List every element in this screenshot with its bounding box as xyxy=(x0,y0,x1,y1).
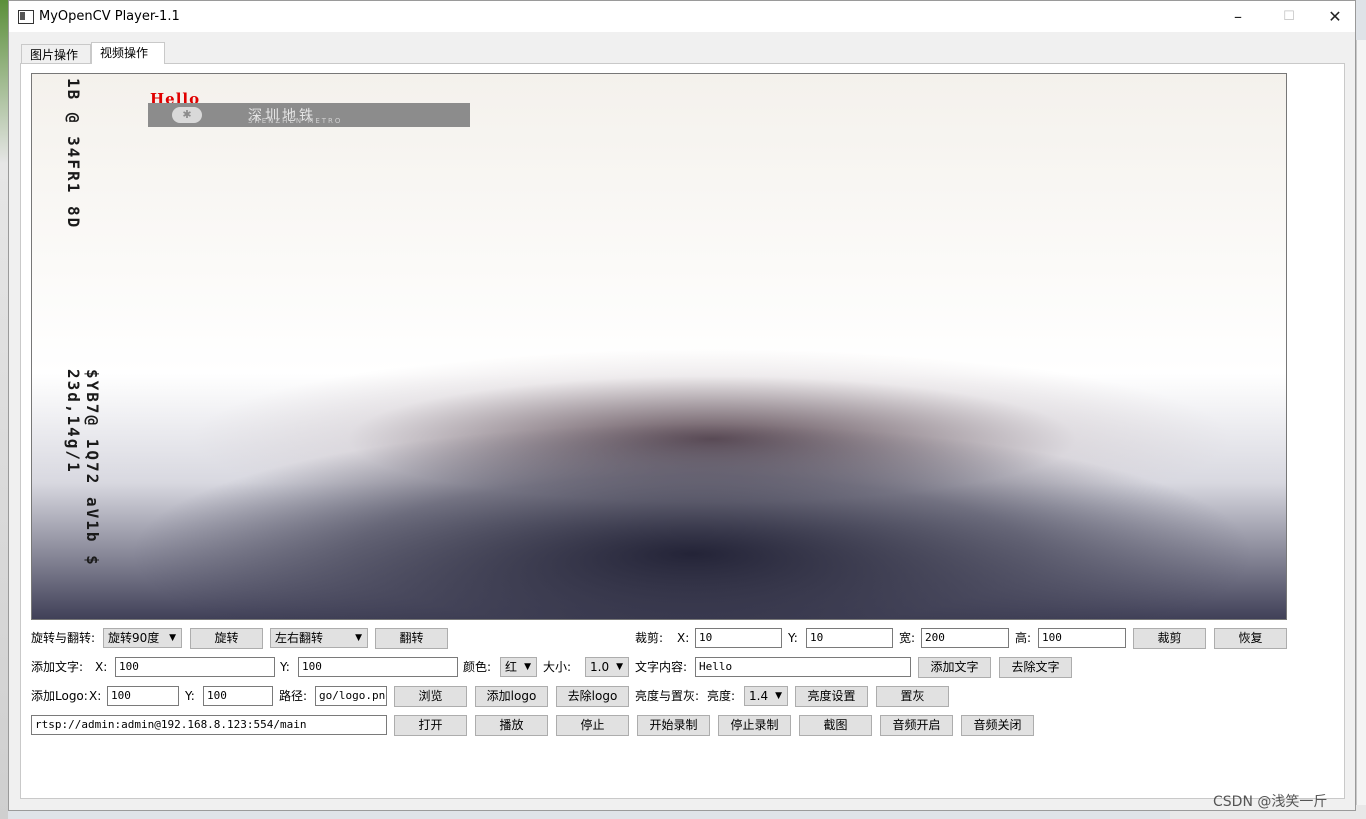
logo-path-label: 路径: xyxy=(279,689,308,703)
maximize-button[interactable]: ☐ xyxy=(1266,1,1312,32)
audio-on-button[interactable]: 音频开启 xyxy=(880,715,953,736)
remove-text-button[interactable]: 去除文字 xyxy=(999,657,1072,678)
rotate-button[interactable]: 旋转 xyxy=(190,628,263,649)
flip-select-value: 左右翻转 xyxy=(275,631,324,645)
open-button[interactable]: 打开 xyxy=(394,715,467,736)
text-x-input[interactable]: 100 xyxy=(115,657,275,677)
add-logo-label: 添加Logo: xyxy=(31,689,88,703)
brightness-label: 亮度: xyxy=(707,689,736,703)
add-text-button[interactable]: 添加文字 xyxy=(918,657,991,678)
text-content-input[interactable]: Hello xyxy=(695,657,911,677)
text-x-label: X: xyxy=(95,660,108,674)
crop-y-input[interactable]: 10 xyxy=(806,628,893,648)
desktop-background-left xyxy=(0,0,8,819)
chevron-down-icon: ▼ xyxy=(355,633,362,643)
brightness-select[interactable]: 1.4 ▼ xyxy=(744,686,788,706)
desktop-background-right xyxy=(1356,40,1366,819)
crop-width-label: 宽: xyxy=(899,631,916,645)
stop-record-button[interactable]: 停止录制 xyxy=(718,715,791,736)
size-label: 大小: xyxy=(543,660,572,674)
video-display: Hello ✱ 深圳地铁 SHENZHEN METRO 1B @ 34FR1 8… xyxy=(31,73,1287,620)
remove-logo-button[interactable]: 去除logo xyxy=(556,686,629,707)
window-title: MyOpenCV Player-1.1 xyxy=(39,9,180,24)
brightness-set-button[interactable]: 亮度设置 xyxy=(795,686,868,707)
add-text-label: 添加文字: xyxy=(31,660,84,674)
stop-button[interactable]: 停止 xyxy=(556,715,629,736)
color-select-value: 红 xyxy=(505,660,518,674)
crop-x-label: X: xyxy=(677,631,690,645)
crop-label: 裁剪: xyxy=(635,631,664,645)
logo-y-input[interactable]: 100 xyxy=(203,686,273,706)
text-y-label: Y: xyxy=(280,660,290,674)
text-content-label: 文字内容: xyxy=(635,660,688,674)
close-button[interactable]: ✕ xyxy=(1312,1,1358,32)
browse-button[interactable]: 浏览 xyxy=(394,686,467,707)
logo-en-text: SHENZHEN METRO xyxy=(248,117,343,125)
crop-x-input[interactable]: 10 xyxy=(695,628,782,648)
app-icon xyxy=(18,10,34,24)
video-rotated-text-1: 1B @ 34FR1 8D xyxy=(64,78,83,230)
metro-logo-icon: ✱ xyxy=(172,107,202,123)
chevron-down-icon: ▼ xyxy=(616,662,623,672)
chevron-down-icon: ▼ xyxy=(775,691,782,701)
rotate-select[interactable]: 旋转90度 ▼ xyxy=(103,628,182,648)
size-select-value: 1.0 xyxy=(590,660,610,674)
text-y-input[interactable]: 100 xyxy=(298,657,458,677)
logo-x-input[interactable]: 100 xyxy=(107,686,179,706)
start-record-button[interactable]: 开始录制 xyxy=(637,715,710,736)
csdn-watermark: CSDN @浅笑一斤 xyxy=(1213,794,1328,810)
crop-button[interactable]: 裁剪 xyxy=(1133,628,1206,649)
logo-path-input[interactable]: go/logo.png xyxy=(315,686,387,706)
chevron-down-icon: ▼ xyxy=(524,662,531,672)
audio-off-button[interactable]: 音频关闭 xyxy=(961,715,1034,736)
video-logo-overlay: ✱ 深圳地铁 SHENZHEN METRO xyxy=(148,103,470,127)
chevron-down-icon: ▼ xyxy=(169,633,176,643)
video-rotated-text-2: $YB7@ 1Q72 aV1b $ 23d,14g/1 xyxy=(64,369,102,567)
app-window: MyOpenCV Player-1.1 – ☐ ✕ 图片操作 视频操作 Hell… xyxy=(8,0,1356,811)
crop-width-input[interactable]: 200 xyxy=(921,628,1009,648)
play-button[interactable]: 播放 xyxy=(475,715,548,736)
grayscale-button[interactable]: 置灰 xyxy=(876,686,949,707)
brightness-gray-label: 亮度与置灰: xyxy=(635,689,700,703)
logo-y-label: Y: xyxy=(185,689,195,703)
minimize-button[interactable]: – xyxy=(1215,1,1261,32)
rotate-select-value: 旋转90度 xyxy=(108,631,160,645)
crop-height-input[interactable]: 100 xyxy=(1038,628,1126,648)
rotate-flip-label: 旋转与翻转: xyxy=(31,631,96,645)
logo-x-label: X: xyxy=(89,689,102,703)
crop-y-label: Y: xyxy=(788,631,798,645)
brightness-select-value: 1.4 xyxy=(749,689,769,703)
restore-button[interactable]: 恢复 xyxy=(1214,628,1287,649)
color-select[interactable]: 红 ▼ xyxy=(500,657,537,677)
title-bar: MyOpenCV Player-1.1 – ☐ ✕ xyxy=(9,1,1355,32)
flip-select[interactable]: 左右翻转 ▼ xyxy=(270,628,368,648)
tab-video-ops[interactable]: 视频操作 xyxy=(91,42,165,64)
stream-url-input[interactable]: rtsp://admin:admin@192.168.8.123:554/mai… xyxy=(31,715,387,735)
flip-button[interactable]: 翻转 xyxy=(375,628,448,649)
tab-image-ops[interactable]: 图片操作 xyxy=(21,44,91,64)
color-label: 颜色: xyxy=(463,660,492,674)
crop-height-label: 高: xyxy=(1015,631,1032,645)
size-select[interactable]: 1.0 ▼ xyxy=(585,657,629,677)
add-logo-button[interactable]: 添加logo xyxy=(475,686,548,707)
screenshot-button[interactable]: 截图 xyxy=(799,715,872,736)
